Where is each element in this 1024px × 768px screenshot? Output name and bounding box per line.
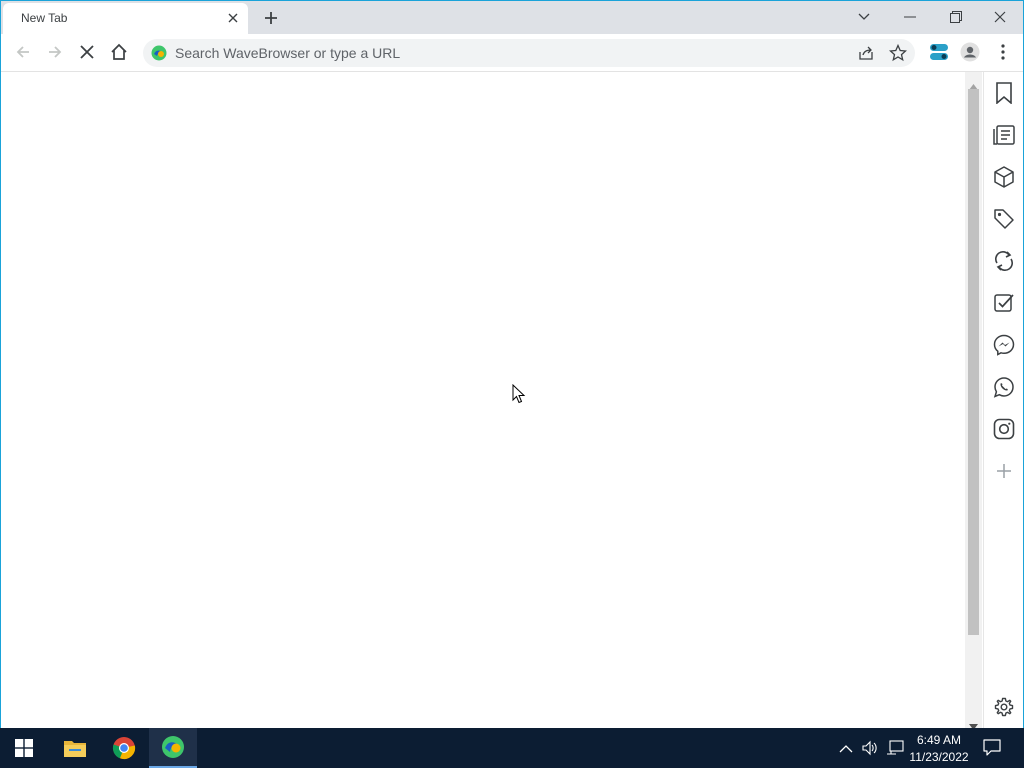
add-icon[interactable]: [991, 458, 1017, 484]
messenger-icon[interactable]: [991, 332, 1017, 358]
windows-taskbar: 6:49 AM 11/23/2022: [0, 728, 1024, 768]
chevron-up-icon[interactable]: [839, 741, 853, 759]
tab-title: New Tab: [21, 11, 68, 25]
forward-button[interactable]: [41, 38, 69, 66]
minimize-button[interactable]: [887, 3, 933, 31]
stop-loading-button[interactable]: [73, 38, 101, 66]
wavebrowser-logo-icon: [151, 45, 167, 66]
new-tab-button[interactable]: [259, 6, 283, 30]
tab-strip: New Tab: [1, 1, 1023, 34]
address-placeholder: Search WaveBrowser or type a URL: [175, 45, 401, 61]
mouse-cursor-icon: [512, 383, 526, 409]
menu-kebab-icon[interactable]: [989, 38, 1017, 66]
notification-icon[interactable]: [983, 739, 1001, 761]
instagram-icon[interactable]: [991, 416, 1017, 442]
clock-time[interactable]: 6:49 AM: [906, 733, 972, 747]
close-window-button[interactable]: [977, 3, 1023, 31]
page-content: [1, 72, 965, 728]
wavebrowser-taskbar-icon[interactable]: [149, 728, 197, 768]
extension-icon[interactable]: [925, 38, 953, 66]
reading-list-icon[interactable]: [991, 122, 1017, 148]
clock-date[interactable]: 11/23/2022: [906, 750, 972, 764]
gear-icon[interactable]: [991, 694, 1017, 720]
chrome-icon[interactable]: [100, 728, 148, 768]
profile-avatar-icon[interactable]: [956, 38, 984, 66]
tab-search-button[interactable]: [841, 3, 887, 31]
bookmark-star-icon[interactable]: [888, 43, 908, 67]
whatsapp-icon[interactable]: [991, 374, 1017, 400]
side-panel: [983, 72, 1023, 728]
file-explorer-icon[interactable]: [51, 728, 99, 768]
scroll-down-arrow-icon[interactable]: [969, 717, 978, 728]
share-icon[interactable]: [857, 44, 875, 67]
tag-icon[interactable]: [991, 206, 1017, 232]
back-button[interactable]: [9, 38, 37, 66]
tab-close-icon[interactable]: [225, 10, 241, 26]
bookmark-icon[interactable]: [991, 80, 1017, 106]
network-icon[interactable]: [886, 740, 904, 761]
checklist-icon[interactable]: [991, 290, 1017, 316]
package-icon[interactable]: [991, 164, 1017, 190]
toolbar: Search WaveBrowser or type a URL: [1, 34, 1023, 72]
vertical-scrollbar[interactable]: [965, 72, 982, 728]
address-bar[interactable]: Search WaveBrowser or type a URL: [143, 39, 915, 67]
volume-icon[interactable]: [862, 740, 878, 761]
restore-button[interactable]: [933, 3, 979, 31]
scrollbar-thumb[interactable]: [968, 89, 979, 635]
tab-new-tab[interactable]: New Tab: [3, 3, 248, 34]
sync-icon[interactable]: [991, 248, 1017, 274]
browser-window: New Tab Search WaveBrowser or type a URL: [0, 0, 1024, 728]
windows-start-button[interactable]: [0, 728, 48, 768]
home-button[interactable]: [105, 38, 133, 66]
